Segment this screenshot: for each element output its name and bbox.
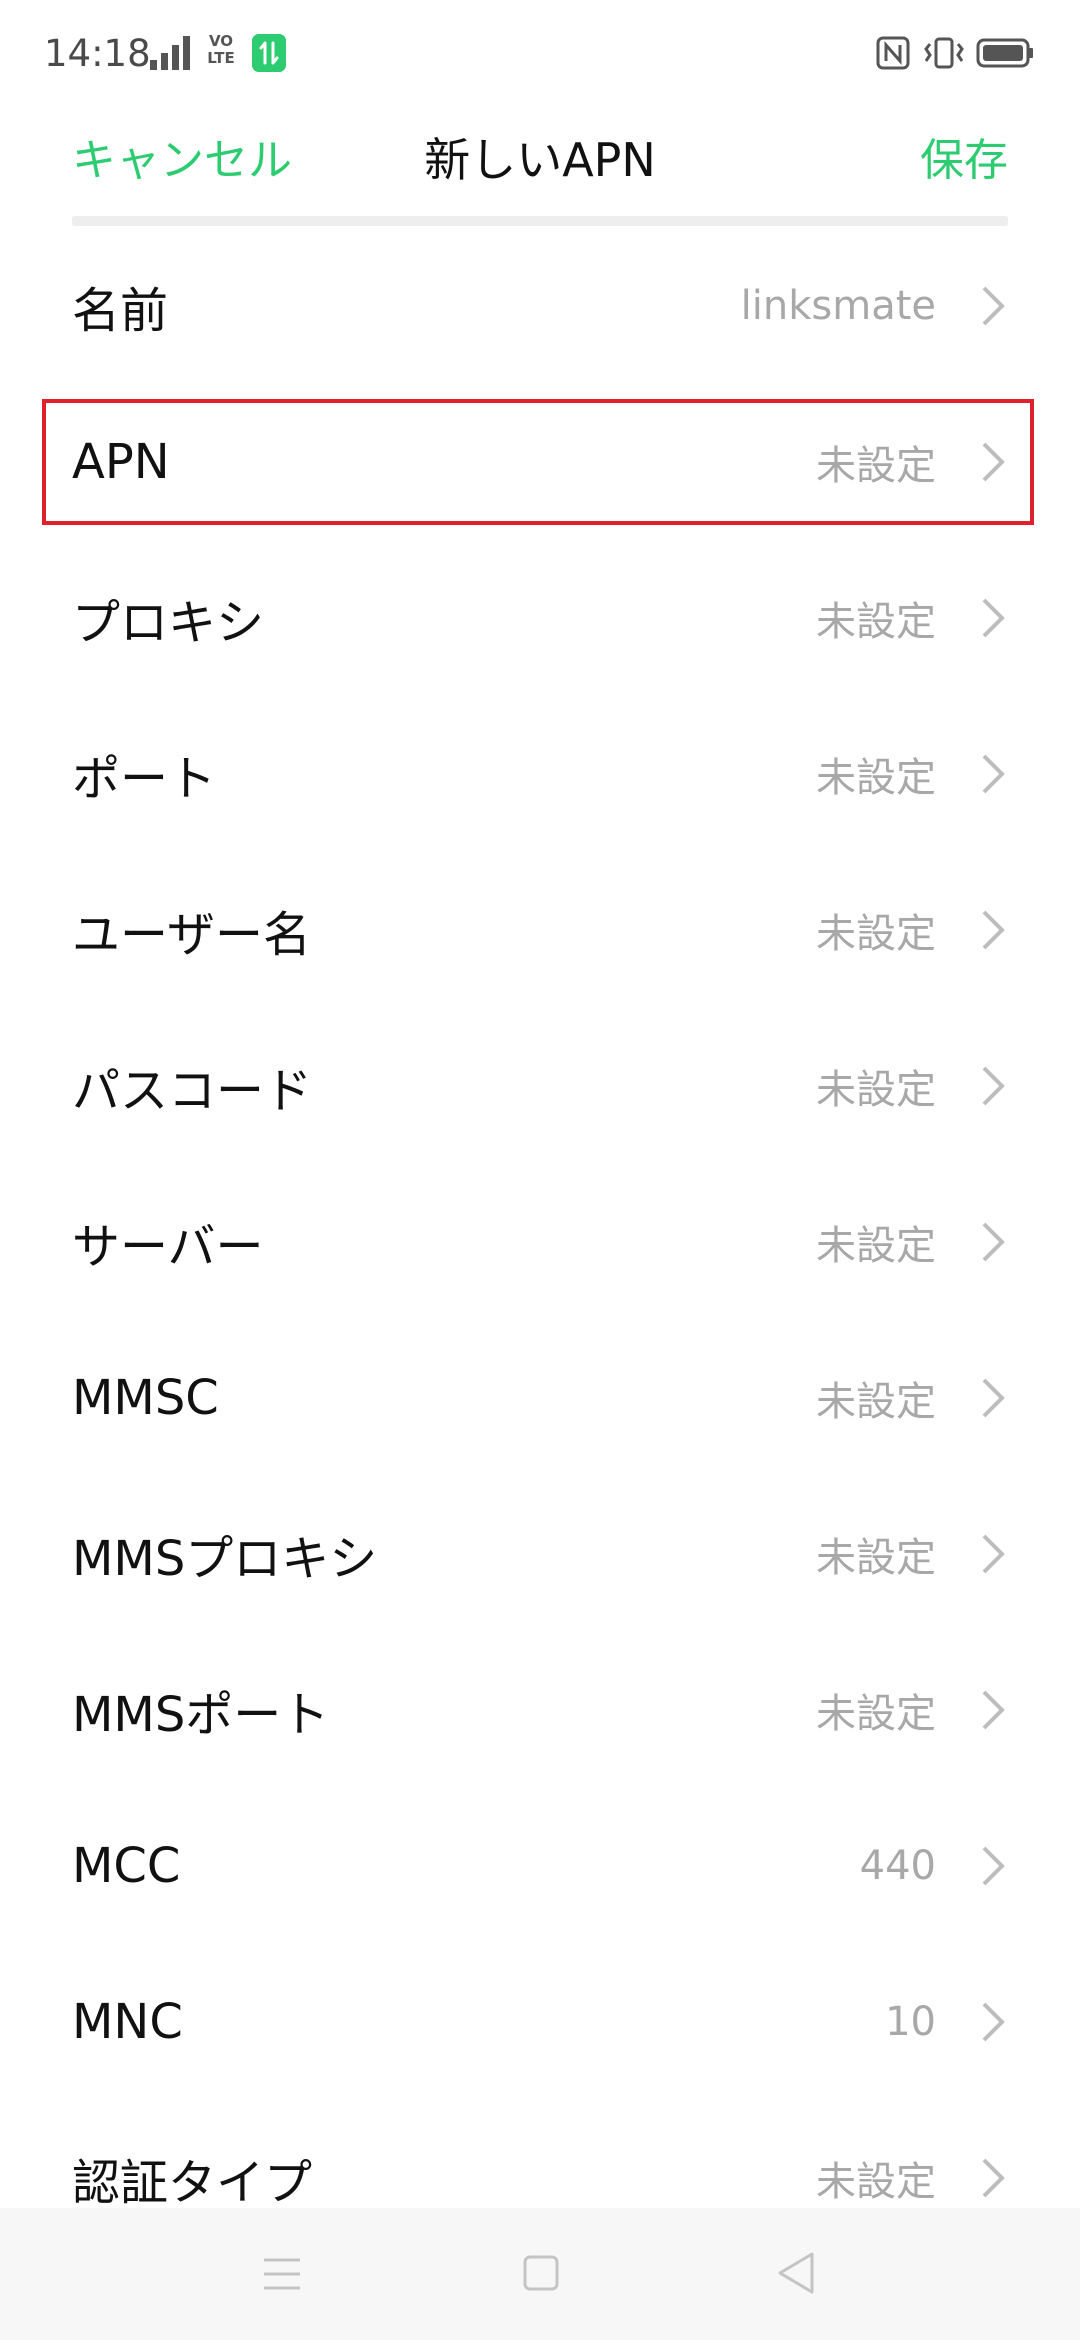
screen: 14:18 VO LTE キャンセル 新しいAPN 保存 名前 linksmat…: [0, 0, 1080, 2340]
row-label: APN: [72, 434, 170, 490]
row-label: サーバー: [72, 1219, 264, 1275]
volte-top-label: VO: [208, 32, 234, 50]
chevron-right-icon: [982, 754, 1005, 794]
apn-settings-list: 名前 linksmate APN 未設定 プロキシ 未設定 ポート 未設定 ユー…: [0, 228, 1080, 2256]
menu-icon[interactable]: [262, 2256, 302, 2292]
row-value: 未設定: [816, 1067, 936, 1113]
chevron-right-icon: [982, 1846, 1005, 1886]
row-name[interactable]: 名前 linksmate: [0, 228, 1080, 384]
app-header: キャンセル 新しいAPN 保存: [0, 106, 1080, 216]
row-label: 名前: [72, 283, 169, 339]
row-label: MNC: [72, 1994, 183, 2050]
row-label: ユーザー名: [72, 907, 312, 963]
chevron-right-icon: [982, 598, 1005, 638]
row-label: パスコード: [72, 1063, 313, 1119]
chevron-right-icon: [982, 1534, 1005, 1574]
row-value: 未設定: [816, 443, 936, 489]
chevron-right-icon: [982, 1690, 1005, 1730]
row-value: 10: [885, 1999, 936, 2045]
row-mnc[interactable]: MNC 10: [0, 1944, 1080, 2100]
row-label: MMSプロキシ: [72, 1531, 378, 1587]
row-value: 未設定: [816, 1691, 936, 1737]
row-value: 未設定: [816, 911, 936, 957]
chevron-right-icon: [982, 2158, 1005, 2198]
vibrate-icon: [924, 37, 964, 69]
status-time: 14:18: [44, 32, 151, 75]
row-value: 未設定: [816, 1535, 936, 1581]
navigation-bar: [0, 2208, 1080, 2340]
row-mms-port[interactable]: MMSポート 未設定: [0, 1632, 1080, 1788]
row-value: 未設定: [816, 755, 936, 801]
row-label: プロキシ: [72, 595, 265, 651]
row-value: 440: [859, 1843, 936, 1889]
row-label: MCC: [72, 1838, 181, 1894]
status-bar: 14:18 VO LTE: [0, 0, 1080, 106]
row-label: 認証タイプ: [72, 2155, 313, 2211]
chevron-right-icon: [982, 910, 1005, 950]
volte-bottom-label: LTE: [207, 49, 235, 67]
row-port[interactable]: ポート 未設定: [0, 696, 1080, 852]
signal-icon: [150, 36, 190, 70]
data-transfer-icon: [252, 34, 286, 72]
row-mcc[interactable]: MCC 440: [0, 1788, 1080, 1944]
row-server[interactable]: サーバー 未設定: [0, 1164, 1080, 1320]
chevron-right-icon: [982, 286, 1005, 326]
row-username[interactable]: ユーザー名 未設定: [0, 852, 1080, 1008]
page-title: 新しいAPN: [424, 133, 656, 187]
save-button[interactable]: 保存: [920, 124, 1008, 188]
row-mmsc[interactable]: MMSC 未設定: [0, 1320, 1080, 1476]
chevron-right-icon: [982, 2002, 1005, 2042]
row-value: 未設定: [816, 1379, 936, 1425]
chevron-right-icon: [982, 442, 1005, 482]
header-divider: [72, 216, 1008, 226]
row-value: 未設定: [816, 1223, 936, 1269]
row-label: MMSポート: [72, 1687, 330, 1743]
chevron-right-icon: [982, 1222, 1005, 1262]
chevron-right-icon: [982, 1378, 1005, 1418]
row-mms-proxy[interactable]: MMSプロキシ 未設定: [0, 1476, 1080, 1632]
row-proxy[interactable]: プロキシ 未設定: [0, 540, 1080, 696]
back-icon[interactable]: [776, 2250, 816, 2296]
row-apn[interactable]: APN 未設定: [0, 384, 1080, 540]
row-passcode[interactable]: パスコード 未設定: [0, 1008, 1080, 1164]
nfc-icon: [876, 36, 910, 70]
row-label: MMSC: [72, 1370, 219, 1426]
row-label: ポート: [72, 751, 217, 807]
battery-icon: [976, 38, 1033, 68]
row-value: linksmate: [740, 283, 936, 329]
chevron-right-icon: [982, 1066, 1005, 1106]
home-icon[interactable]: [522, 2254, 560, 2292]
row-value: 未設定: [816, 599, 936, 645]
volte-icon: VO LTE: [205, 33, 237, 73]
row-value: 未設定: [816, 2159, 936, 2205]
